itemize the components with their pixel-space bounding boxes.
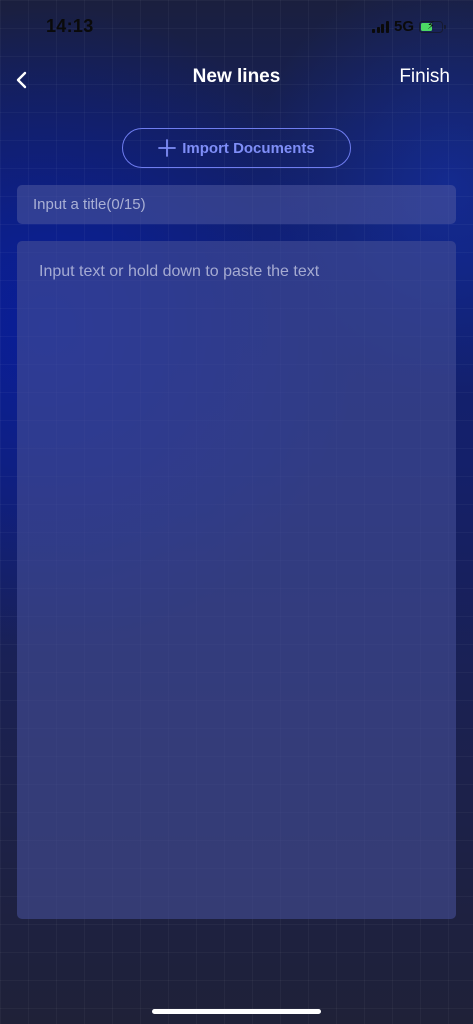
home-indicator <box>152 1009 321 1014</box>
plus-icon <box>158 139 177 157</box>
battery-charging-icon: ⚡ <box>419 20 446 33</box>
finish-button[interactable]: Finish <box>399 66 450 88</box>
signal-icon <box>372 20 389 33</box>
text-content-input[interactable] <box>17 241 456 919</box>
status-indicators: 5G ⚡ <box>372 18 446 35</box>
import-documents-button[interactable]: Import Documents <box>122 128 351 168</box>
title-input[interactable] <box>17 185 456 224</box>
status-bar: 14:13 5G ⚡ <box>0 0 473 54</box>
status-time: 14:13 <box>46 16 94 36</box>
nav-bar: New lines Finish <box>0 56 473 100</box>
network-label: 5G <box>393 18 414 35</box>
import-documents-label: Import Documents <box>182 139 315 157</box>
